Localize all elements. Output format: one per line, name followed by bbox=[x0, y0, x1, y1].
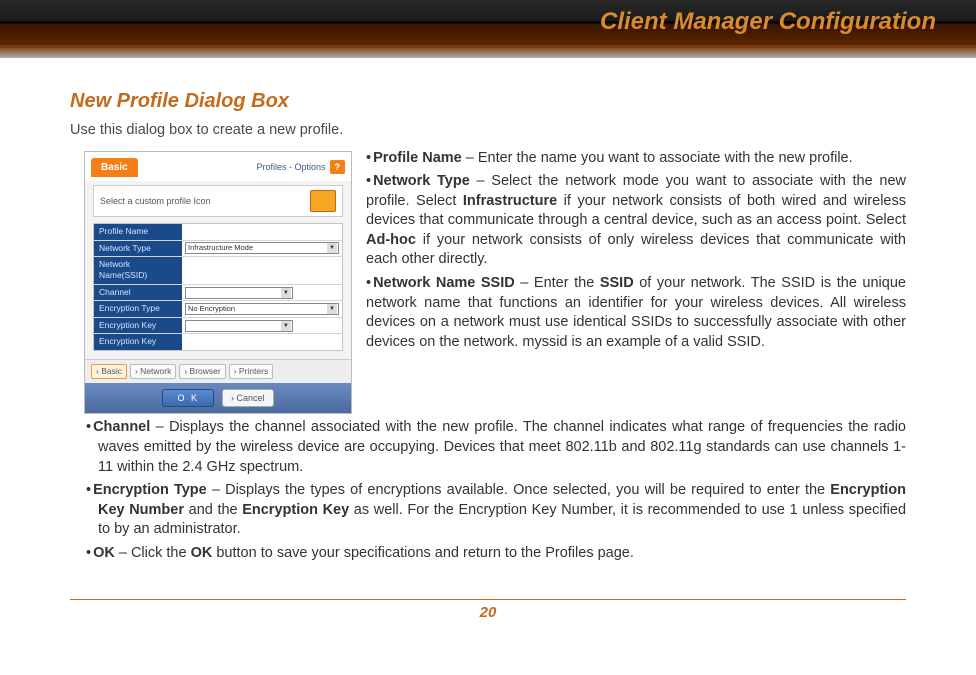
header-title: Client Manager Configuration bbox=[600, 8, 936, 36]
label-encryption-key-no: Encryption Key bbox=[94, 318, 182, 333]
dialog-bottom-tabs: › Basic › Network › Browser › Printers bbox=[85, 359, 351, 383]
label-channel: Channel bbox=[94, 285, 182, 300]
intro-text: Use this dialog box to create a new prof… bbox=[70, 121, 906, 141]
page-number: 20 bbox=[480, 604, 497, 621]
content-area: New Profile Dialog Box Use this dialog b… bbox=[0, 58, 976, 587]
label-network-type: Network Type bbox=[94, 241, 182, 256]
select-encryption-key-no[interactable] bbox=[185, 320, 293, 332]
btab-printers[interactable]: › Printers bbox=[229, 364, 273, 379]
row-encryption-type: Encryption Type No Encryption bbox=[94, 301, 342, 317]
profiles-options-label[interactable]: Profiles - Options bbox=[256, 161, 325, 173]
btab-basic[interactable]: › Basic bbox=[91, 364, 127, 379]
dialog-form: Profile Name Network Type Infrastructure… bbox=[93, 223, 343, 351]
select-channel[interactable] bbox=[185, 287, 293, 299]
dialog-button-bar: O K › Cancel bbox=[85, 383, 351, 413]
dialog-screenshot: Basic Profiles - Options ? Select a cust… bbox=[84, 151, 352, 415]
dialog-icon-row: Select a custom profile Icon bbox=[93, 185, 343, 217]
help-icon[interactable]: ? bbox=[330, 160, 346, 174]
row-profile-name: Profile Name bbox=[94, 224, 342, 240]
row-encryption-key-no: Encryption Key bbox=[94, 318, 342, 334]
row-network-type: Network Type Infrastructure Mode bbox=[94, 241, 342, 257]
dialog-tab-basic[interactable]: Basic bbox=[91, 158, 138, 178]
body-row: Basic Profiles - Options ? Select a cust… bbox=[70, 149, 906, 568]
field-profile-name[interactable] bbox=[182, 224, 342, 239]
header-strip bbox=[0, 48, 976, 58]
label-encryption-key: Encryption Key bbox=[94, 334, 182, 349]
icon-row-label: Select a custom profile Icon bbox=[100, 195, 211, 207]
label-encryption-type: Encryption Type bbox=[94, 301, 182, 316]
row-network-name: Network Name(SSID) bbox=[94, 257, 342, 285]
label-profile-name: Profile Name bbox=[94, 224, 182, 239]
bullet-channel: •Channel – Displays the channel associat… bbox=[70, 418, 906, 477]
cancel-button[interactable]: › Cancel bbox=[222, 389, 274, 407]
row-encryption-key: Encryption Key bbox=[94, 334, 342, 349]
label-network-name: Network Name(SSID) bbox=[94, 257, 182, 284]
section-title: New Profile Dialog Box bbox=[70, 88, 906, 115]
select-network-type[interactable]: Infrastructure Mode bbox=[185, 242, 339, 254]
field-network-name[interactable] bbox=[182, 257, 342, 284]
btab-network[interactable]: › Network bbox=[130, 364, 176, 379]
btab-browser[interactable]: › Browser bbox=[179, 364, 225, 379]
select-encryption-type[interactable]: No Encryption bbox=[185, 303, 339, 315]
ok-button[interactable]: O K bbox=[162, 389, 214, 407]
bullet-ok: •OK – Click the OK button to save your s… bbox=[70, 544, 906, 564]
page-footer: 20 bbox=[70, 599, 906, 622]
dialog-top-bar: Basic Profiles - Options ? bbox=[85, 152, 351, 182]
dialog-top-right: Profiles - Options ? bbox=[256, 160, 345, 174]
page-header: Client Manager Configuration bbox=[0, 0, 976, 48]
row-channel: Channel bbox=[94, 285, 342, 301]
bullet-encryption-type: •Encryption Type – Displays the types of… bbox=[70, 481, 906, 540]
field-encryption-key[interactable] bbox=[182, 334, 342, 349]
profile-icon-picker[interactable] bbox=[310, 190, 336, 212]
